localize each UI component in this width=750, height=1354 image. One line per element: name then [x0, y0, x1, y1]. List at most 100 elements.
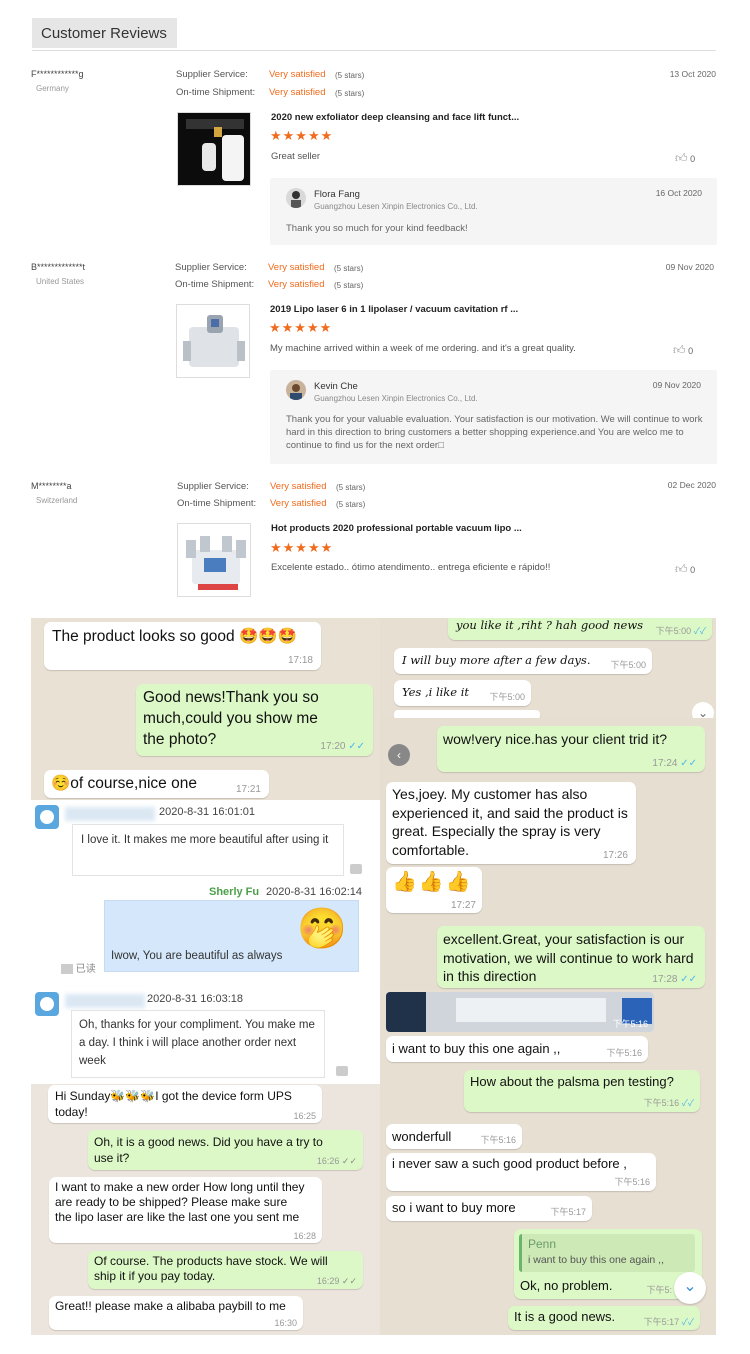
- like-button[interactable]: 👍︎ 0: [675, 562, 695, 577]
- photo-message[interactable]: 下午5:16: [386, 992, 654, 1032]
- message-bubble: i want to buy this one again ,, 下午5:16: [386, 1036, 648, 1062]
- read-check-icon: ✓✓: [680, 758, 697, 769]
- message-bubble: Oh, thanks for your compliment. You make…: [71, 1010, 325, 1078]
- emoji-sticker: 🤭: [297, 907, 347, 951]
- supplier-stars: (5 stars): [335, 71, 365, 80]
- message-time: 下午5:16: [643, 1098, 680, 1108]
- reviewer-country: Switzerland: [36, 496, 78, 505]
- reply-company: Guangzhou Lesen Xinpin Electronics Co., …: [314, 394, 478, 403]
- message-time: 17:18: [287, 655, 313, 666]
- chat-panel: 2020-8-31 16:01:01 I love it. It makes m…: [31, 800, 380, 1084]
- message-time: 下午5:16: [614, 1177, 650, 1187]
- message-bubble: How about the palsma pen testing? 下午5:16…: [464, 1070, 700, 1112]
- message-bubble: 👍👍👍 17:27: [386, 867, 482, 913]
- supplier-value: Very satisfied: [269, 69, 326, 80]
- message-text: Good news!Thank you so much,could you sh…: [143, 689, 319, 748]
- shipment-stars: (5 stars): [334, 281, 364, 290]
- supplier-label: Supplier Service:: [176, 69, 248, 80]
- product-thumbnail[interactable]: [177, 112, 251, 186]
- message-text: ☺️of course,nice one: [51, 775, 197, 792]
- message-time: 17:26: [602, 850, 628, 861]
- message-bubble: Yes ,i like it 下午5:00: [394, 680, 531, 706]
- message-text: It is a good news.: [514, 1309, 616, 1324]
- seller-reply: Kevin Che Guangzhou Lesen Xinpin Electro…: [270, 370, 717, 464]
- avatar: [286, 188, 306, 208]
- like-count: 0: [688, 346, 694, 356]
- read-status: 已读: [75, 964, 96, 975]
- read-check-icon: ✓✓: [341, 1276, 357, 1286]
- message-bubble: I want to make a new order How long unti…: [49, 1177, 322, 1243]
- reviewer-name: B*************t: [31, 262, 86, 272]
- quoted-message[interactable]: Penn i want to buy this one again ,,: [519, 1234, 695, 1272]
- message-time: 17:28: [652, 974, 678, 985]
- message-bubble: excellent.Great, your satisfaction is ou…: [437, 926, 705, 988]
- shipment-label: On-time Shipment:: [175, 279, 255, 290]
- message-text: Ok, no problem.: [520, 1278, 613, 1293]
- read-check-icon: ✓✓: [348, 741, 365, 752]
- reply-author: Kevin Che: [314, 381, 358, 392]
- like-count: 0: [690, 154, 696, 164]
- more-icon[interactable]: [336, 1066, 348, 1076]
- message-text: How about the palsma pen testing?: [470, 1074, 674, 1089]
- message-time: 下午5:00: [489, 692, 525, 702]
- message-text: The product looks so good 🤩🤩🤩: [52, 628, 297, 645]
- message-bubble: I will buy more after a few days. 下午5:00: [394, 648, 652, 674]
- supplier-label: Supplier Service:: [175, 262, 247, 273]
- message-time: 16:25: [293, 1111, 316, 1121]
- message-bubble: you like it ,riht ? hah good news 下午5:00…: [448, 618, 712, 640]
- shipment-value: Very satisfied: [270, 498, 327, 509]
- message-text: Oh, thanks for your compliment. You make…: [79, 1019, 315, 1067]
- redacted-name: [65, 994, 145, 1008]
- message-bubble: Great!! please make a alibaba paybill to…: [49, 1296, 303, 1330]
- message-text: wonderfull: [392, 1129, 452, 1144]
- review-date: 09 Nov 2020: [665, 262, 714, 272]
- product-title[interactable]: Hot products 2020 professional portable …: [271, 523, 601, 534]
- message-time: 16:26: [316, 1156, 340, 1166]
- shipment-value: Very satisfied: [268, 279, 325, 290]
- back-icon[interactable]: ‹: [388, 744, 410, 766]
- message-time: 17:27: [450, 900, 476, 911]
- message-bubble: It is a good news. 下午5:17 ✓✓: [508, 1306, 700, 1330]
- message-time: 下午5:17: [643, 1317, 680, 1327]
- review-comment: Great seller: [271, 151, 321, 162]
- message-text: i want to buy this one again ,,: [392, 1041, 561, 1056]
- message-bubble: Hi Sunday🐝🐝🐝I got the device form UPS to…: [48, 1085, 322, 1123]
- message-bubble: wow!very nice.has your client trid it? 1…: [437, 726, 705, 772]
- seller-reply: Flora Fang Guangzhou Lesen Xinpin Electr…: [270, 178, 717, 245]
- read-check-icon: ✓✓: [680, 974, 697, 985]
- avatar: [35, 805, 59, 829]
- scroll-down-icon[interactable]: ⌄: [674, 1272, 706, 1304]
- message-text: i never saw a such good product before ,: [392, 1156, 627, 1171]
- like-button[interactable]: 👍︎ 0: [673, 343, 693, 358]
- avatar: [286, 380, 306, 400]
- message-time: 17:20: [320, 741, 346, 752]
- read-check-icon: ✓✓: [341, 1156, 357, 1166]
- like-button[interactable]: 👍︎ 0: [675, 151, 695, 166]
- reply-author: Flora Fang: [314, 189, 360, 200]
- product-title[interactable]: 2020 new exfoliator deep cleansing and f…: [271, 112, 601, 123]
- reviewer-country: United States: [36, 277, 85, 286]
- thumbs-up-icon: 👍︎: [675, 151, 688, 165]
- reviewer-name: F************g: [31, 69, 84, 79]
- message-bubble: ☺️of course,nice one 17:21: [44, 770, 269, 798]
- redacted-name: [65, 807, 155, 821]
- product-thumbnail[interactable]: [176, 304, 250, 378]
- review-comment: My machine arrived within a week of me o…: [270, 343, 576, 354]
- read-check-icon: ✓✓: [681, 1317, 694, 1327]
- reviewer-country: Germany: [36, 84, 69, 93]
- product-title[interactable]: 2019 Lipo laser 6 in 1 lipolaser / vacuu…: [270, 304, 600, 315]
- message-text: Hi Sunday🐝🐝🐝I got the device form UPS to…: [55, 1089, 292, 1119]
- message-bubble: i never saw a such good product before ,…: [386, 1153, 656, 1191]
- message-time: 下午5:00: [655, 626, 692, 636]
- reply-date: 16 Oct 2020: [655, 188, 702, 198]
- reply-text: Thank you so much for your kind feedback…: [286, 223, 468, 234]
- product-thumbnail[interactable]: [177, 523, 251, 597]
- reply-date: 09 Nov 2020: [652, 380, 701, 390]
- rating-stars: ★★★★★: [270, 128, 334, 143]
- message-bubble: Iwow, You are beautiful as always 🤭: [104, 900, 359, 972]
- message-time: 下午5:16: [612, 1019, 648, 1029]
- like-count: 0: [690, 565, 696, 575]
- more-icon[interactable]: [350, 864, 362, 874]
- chat-screenshot-left: The product looks so good 🤩🤩🤩 17:18 Good…: [31, 618, 380, 1335]
- shipment-value: Very satisfied: [269, 87, 326, 98]
